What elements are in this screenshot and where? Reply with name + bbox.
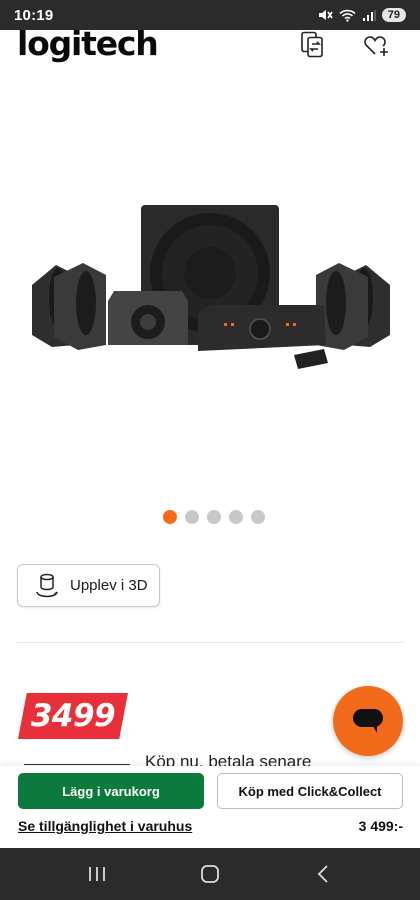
store-availability-link[interactable]: Se tillgänglighet i varuhus	[18, 818, 192, 834]
system-nav-bar	[0, 848, 420, 900]
status-time: 10:19	[14, 6, 54, 24]
action-bar: Lägg i varukorg Köp med Click&Collect Se…	[0, 766, 420, 848]
mute-icon	[318, 10, 333, 20]
header: logitech	[0, 24, 420, 64]
add-to-cart-button[interactable]: Lägg i varukorg	[18, 773, 204, 809]
chat-bubble-icon	[353, 709, 383, 733]
price-badge: 3499	[18, 693, 128, 739]
signal-icon	[362, 9, 376, 21]
price-badge-value: 3499	[30, 698, 116, 734]
battery-indicator: 79	[381, 8, 406, 22]
compare-icon[interactable]	[298, 30, 328, 60]
home-icon[interactable]	[190, 854, 230, 894]
click-collect-button[interactable]: Köp med Click&Collect	[217, 773, 403, 809]
view-3d-label: Upplev i 3D	[70, 577, 148, 594]
chat-button[interactable]	[333, 686, 403, 756]
divider	[17, 642, 403, 643]
recent-apps-icon[interactable]	[77, 854, 117, 894]
bottom-price: 3 499:-	[358, 818, 403, 834]
carousel-dot-1[interactable]	[163, 510, 177, 524]
carousel-dot-5[interactable]	[251, 510, 265, 524]
brand-logo[interactable]: logitech	[17, 24, 159, 63]
status-icons: 79	[317, 8, 406, 22]
carousel-dot-4[interactable]	[229, 510, 243, 524]
carousel-dot-3[interactable]	[207, 510, 221, 524]
paylater-divider	[24, 764, 130, 765]
cube-3d-icon	[36, 573, 58, 597]
heart-plus-icon[interactable]	[361, 30, 391, 60]
speaker-system-image[interactable]	[28, 195, 394, 375]
carousel-dot-2[interactable]	[185, 510, 199, 524]
wifi-icon	[339, 9, 356, 22]
back-icon[interactable]	[303, 854, 343, 894]
carousel-dots	[0, 510, 420, 524]
view-3d-button[interactable]: Upplev i 3D	[17, 564, 160, 607]
